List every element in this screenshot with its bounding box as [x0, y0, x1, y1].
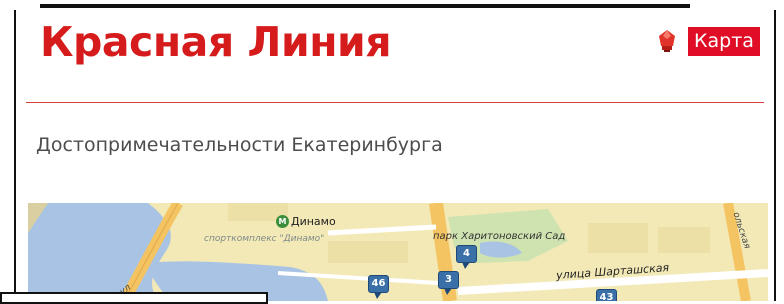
overlay-box-fragment — [0, 292, 268, 304]
park-label: парк Харитоновский Сад — [433, 231, 566, 242]
map-marker[interactable]: 4 — [456, 245, 477, 269]
top-edge-bar — [40, 0, 690, 8]
map-canvas — [28, 203, 768, 301]
sport-complex-label: спорткомплекс "Динамо" — [204, 234, 325, 244]
site-title[interactable]: Красная Линия — [40, 16, 392, 68]
city-map[interactable]: М Динамо спорткомплекс "Динамо" парк Хар… — [28, 203, 768, 301]
metro-label-text: Динамо — [291, 215, 336, 228]
metro-icon: М — [276, 215, 289, 228]
map-link-label: Карта — [688, 26, 760, 56]
map-marker[interactable]: 3 — [438, 271, 459, 295]
map-link[interactable]: Карта — [656, 26, 760, 56]
header-divider — [26, 102, 764, 103]
page-frame: Красная Линия Карта Достопримечательност… — [14, 10, 776, 301]
red-lantern-icon — [659, 30, 675, 52]
map-marker[interactable]: 46 — [368, 275, 389, 299]
metro-label-dinamo[interactable]: М Динамо — [276, 215, 336, 228]
page-subtitle: Достопримечательности Екатеринбурга — [36, 134, 443, 156]
map-marker[interactable]: 43 — [596, 289, 617, 301]
